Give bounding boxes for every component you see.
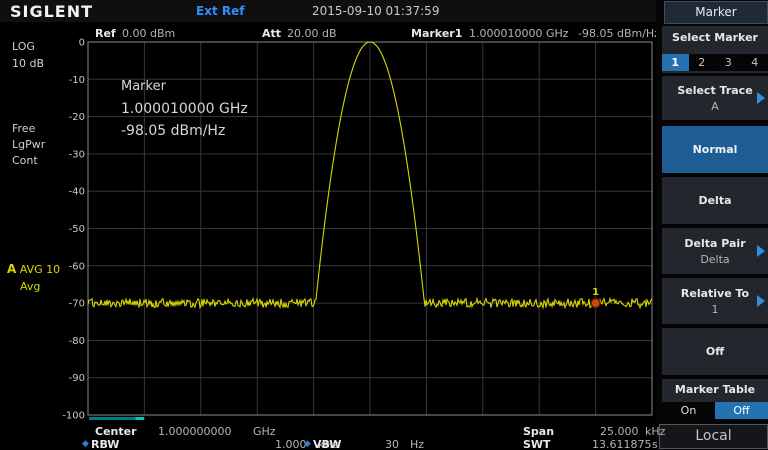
svg-text:-90: -90 [69, 373, 85, 384]
vbw-unit: Hz [410, 438, 425, 450]
marker-annotation: Marker 1.000010000 GHz -98.05 dBm/Hz [121, 79, 248, 139]
svg-text:0: 0 [79, 38, 85, 49]
rbw-value: 1.000 [275, 438, 307, 450]
delta-pair-label: Delta Pair [684, 237, 746, 250]
span-label: Span [523, 425, 555, 438]
svg-text:-10: -10 [69, 75, 85, 86]
relative-to-label: Relative To [680, 287, 750, 300]
submenu-arrow-icon [757, 92, 765, 104]
vbw-value: 30 [385, 438, 399, 450]
svg-text:-80: -80 [69, 336, 85, 347]
marker-table-label: Marker Table [674, 383, 756, 396]
svg-text:-60: -60 [69, 261, 85, 272]
marker-annotation-level: -98.05 dBm/Hz [121, 123, 226, 139]
rbw-label: RBW [91, 438, 120, 450]
marker-annotation-freq: 1.000010000 GHz [121, 101, 248, 117]
delta-pair-button[interactable]: Delta Pair Delta [662, 228, 768, 274]
submenu-arrow-icon [757, 295, 765, 307]
swt-value: 13.611875 [592, 438, 652, 450]
select-trace-button[interactable]: Select Trace A [662, 76, 768, 120]
spectrum-plot: 0 -10 -20 -30 -40 -50 -60 -70 -80 -90 -100 1 [62, 38, 653, 422]
span-unit: kHz [645, 425, 666, 438]
delta-pair-value: Delta [700, 253, 730, 266]
marker-delta-label: Delta [698, 194, 732, 207]
vbw-label: VBW [313, 438, 342, 450]
marker-annotation-title: Marker [121, 79, 166, 94]
relative-to-button[interactable]: Relative To 1 [662, 278, 768, 324]
marker-table-off-option[interactable]: Off [715, 402, 768, 419]
svg-text:-100: -100 [62, 411, 85, 422]
center-freq-unit: GHz [253, 425, 276, 438]
marker-table-button[interactable]: Marker Table On Off [662, 379, 768, 419]
relative-to-value: 1 [711, 303, 719, 316]
center-freq-label: Center [95, 425, 137, 438]
marker-option-2[interactable]: 2 [689, 54, 716, 71]
marker-option-4[interactable]: 4 [742, 54, 768, 71]
select-marker-button[interactable]: Select Marker 1 2 3 4 [662, 26, 768, 73]
softkey-menu: Marker Select Marker 1 2 3 4 Select Trac… [656, 0, 768, 450]
vbw-coupled-icon: ◆ [304, 439, 311, 449]
menu-header: Marker [664, 1, 768, 24]
svg-text:-30: -30 [69, 149, 85, 160]
center-freq-value: 1.000000000 [158, 425, 232, 438]
select-marker-label: Select Marker [672, 31, 758, 44]
marker-normal-label: Normal [692, 143, 738, 156]
select-trace-value: A [711, 100, 719, 113]
rbw-coupled-icon: ◆ [82, 439, 89, 449]
spectrum-analyzer-screen: SIGLENT Ext Ref 2015-09-10 01:37:59 Ref … [0, 0, 768, 450]
marker-option-1[interactable]: 1 [662, 54, 689, 71]
marker1-dot [590, 297, 601, 309]
marker-table-toggle: On Off [662, 402, 768, 419]
select-trace-label: Select Trace [677, 84, 753, 97]
svg-text:-20: -20 [69, 112, 85, 123]
local-button[interactable]: Local [659, 424, 768, 449]
marker-table-on-option[interactable]: On [662, 402, 715, 419]
marker-off-label: Off [705, 345, 725, 358]
submenu-arrow-icon [757, 245, 765, 257]
swt-label: SWT [523, 438, 551, 450]
marker-option-3[interactable]: 3 [715, 54, 742, 71]
marker-number-selector: 1 2 3 4 [662, 54, 768, 71]
marker-off-button[interactable]: Off [662, 328, 768, 375]
svg-text:-50: -50 [69, 224, 85, 235]
span-value: 25.000 [600, 425, 639, 438]
marker-normal-button[interactable]: Normal [662, 126, 768, 173]
svg-text:-70: -70 [69, 299, 85, 310]
svg-text:-40: -40 [69, 187, 85, 198]
marker-delta-button[interactable]: Delta [662, 177, 768, 224]
svg-text:1: 1 [592, 287, 599, 298]
swt-unit: s [652, 438, 658, 450]
